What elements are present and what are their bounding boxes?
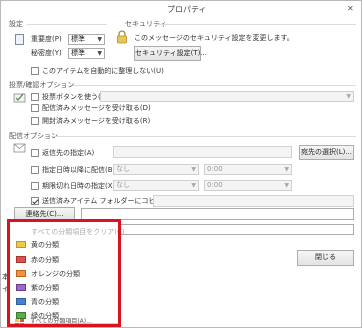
reply-to-checkbox[interactable]	[31, 149, 39, 157]
delivery-icon	[13, 143, 26, 153]
properties-dialog: プロパティ ✕ 設定 重要度(P) 標準 ▼ 秘密度(Y) 標準 ▼ このアイテムを…	[0, 0, 362, 328]
expire-date-select[interactable]: なし ▼	[113, 180, 199, 191]
lock-icon	[117, 30, 127, 44]
delay-time-value: 0:00	[207, 165, 223, 173]
sensitivity-label: 秘密度(Y)	[31, 49, 62, 57]
close-button[interactable]: 閉じる	[297, 250, 354, 266]
expire-time-select[interactable]: 0:00 ▼	[204, 180, 292, 191]
voting-section-title: 投票/確認オプション	[9, 81, 75, 89]
autoarchive-checkbox[interactable]	[31, 67, 39, 75]
read-receipt-checkbox[interactable]	[31, 117, 39, 125]
expire-time-value: 0:00	[207, 181, 223, 189]
delivery-receipt-checkbox[interactable]	[31, 104, 39, 112]
save-sent-folder-input[interactable]	[153, 195, 354, 207]
contacts-input[interactable]	[81, 208, 354, 220]
delay-date-value: なし	[116, 165, 130, 173]
read-receipt-label: 開封済みメッセージを受け取る(R)	[42, 117, 151, 125]
highlight-box	[7, 219, 121, 327]
security-divider	[156, 24, 356, 25]
settings-document-icon	[15, 34, 24, 45]
voting-buttons-checkbox[interactable]	[31, 93, 39, 101]
delay-time-select[interactable]: 0:00 ▼	[204, 164, 292, 175]
chevron-down-icon: ▼	[284, 182, 289, 189]
delay-delivery-label: 指定日時以降に配信(B)	[42, 166, 116, 174]
delivery-divider	[51, 136, 356, 137]
categories-input[interactable]	[113, 224, 354, 235]
importance-value: 標準	[71, 35, 85, 43]
settings-section-title: 設定	[9, 20, 23, 28]
reply-to-input[interactable]	[113, 146, 292, 158]
voting-divider	[73, 85, 356, 86]
select-names-button[interactable]: 宛先の選択(L)...	[299, 145, 354, 160]
chevron-down-icon: ▼	[191, 182, 196, 189]
importance-select[interactable]: 標準 ▼	[68, 34, 105, 45]
close-window-icon[interactable]: ✕	[347, 4, 354, 14]
chevron-down-icon: ▼	[284, 166, 289, 173]
importance-label: 重要度(P)	[31, 35, 62, 43]
reply-to-label: 返信先の指定(A)	[42, 149, 95, 157]
chevron-down-icon: ▼	[97, 50, 102, 57]
security-settings-button[interactable]: セキュリティ設定(T)...	[134, 46, 207, 61]
delay-delivery-checkbox[interactable]	[31, 166, 39, 174]
chevron-down-icon: ▼	[191, 166, 196, 173]
settings-divider	[27, 24, 107, 25]
save-sent-checkbox[interactable]	[31, 197, 39, 205]
sensitivity-select[interactable]: 標準 ▼	[68, 48, 105, 59]
autoarchive-label: このアイテムを自動的に整理しない(U)	[42, 67, 164, 75]
voting-buttons-label: 投票ボタンを使う(U)	[42, 93, 109, 101]
voting-buttons-select[interactable]: ▼	[100, 91, 354, 102]
delay-date-select[interactable]: なし ▼	[113, 164, 199, 175]
expire-label: 期限切れ日時の指定(X)	[42, 182, 116, 190]
chevron-down-icon: ▼	[346, 93, 351, 100]
security-description: このメッセージのセキュリティ設定を変更します。	[134, 34, 294, 42]
voting-icon	[13, 93, 26, 103]
expire-checkbox[interactable]	[31, 182, 39, 190]
chevron-down-icon: ▼	[97, 36, 102, 43]
window-title: プロパティ	[167, 5, 207, 14]
delivery-receipt-label: 配信済みメッセージを受け取る(D)	[42, 104, 151, 112]
sensitivity-value: 標準	[71, 49, 85, 57]
expire-date-value: なし	[116, 181, 130, 189]
